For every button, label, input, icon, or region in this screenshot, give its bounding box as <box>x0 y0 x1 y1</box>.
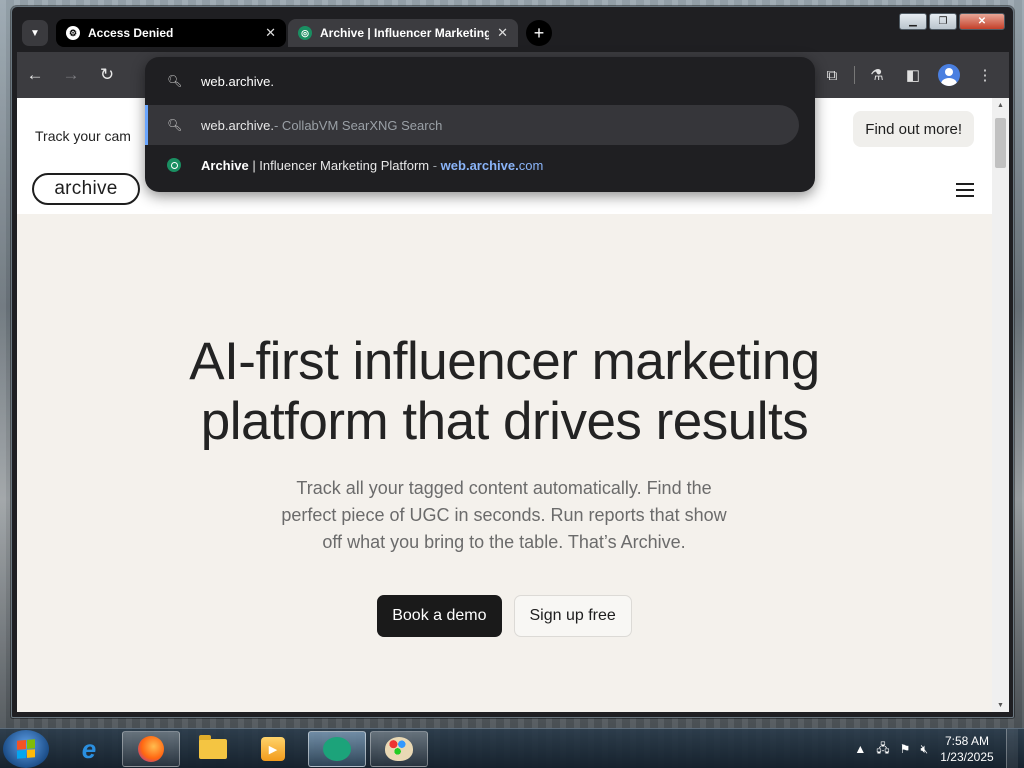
volume-muted-icon[interactable]: 🔇︎ <box>920 742 928 757</box>
action-center-flag-icon[interactable]: ⚑ <box>900 742 911 756</box>
omnibox-suggestion-search[interactable]: 🔍︎ web.archive. - CollabVM SearXNG Searc… <box>145 105 799 145</box>
address-bar-query[interactable]: web.archive. <box>201 74 274 89</box>
omnibox-dropdown: 🔍︎ web.archive. 🔍︎ web.archive. - Collab… <box>145 57 815 192</box>
tab-archive[interactable]: ◎ Archive | Influencer Marketing Platfor… <box>288 19 518 47</box>
cta-row: Book a demo Sign up free <box>17 595 992 637</box>
show-hidden-icons-icon[interactable]: ▲ <box>854 742 866 756</box>
search-icon: 🔍︎ <box>167 118 183 132</box>
hamburger-menu-icon[interactable] <box>956 183 974 197</box>
taskbar-paint[interactable] <box>370 731 428 767</box>
archive-logo[interactable]: archive <box>32 173 140 205</box>
omnibox-suggestion-site[interactable]: Archive | Influencer Marketing Platform … <box>145 145 799 185</box>
system-clock[interactable]: 7:58 AM 1/23/2025 <box>938 733 996 765</box>
folder-icon <box>199 735 227 759</box>
minimize-button[interactable]: ▁ <box>899 13 927 30</box>
close-window-button[interactable]: ✕ <box>959 13 1005 30</box>
suggestion-title: | Influencer Marketing Platform <box>248 157 430 173</box>
tab-title: Archive | Influencer Marketing Platform <box>320 26 490 40</box>
browser-app-icon <box>323 737 351 761</box>
side-panel-icon[interactable]: ◧ <box>899 61 927 89</box>
address-bar[interactable]: 🔍︎ web.archive. <box>145 57 815 105</box>
taskbar-browser[interactable] <box>308 731 366 767</box>
taskbar-internet-explorer[interactable]: e <box>60 731 118 767</box>
tab-strip: ▼ ⚙ Access Denied ✕ ◎ Archive | Influenc… <box>22 17 552 49</box>
find-out-more-button[interactable]: Find out more! <box>853 111 974 147</box>
clock-date: 1/23/2025 <box>940 750 994 764</box>
taskbar-media-player[interactable]: ▶ <box>244 731 302 767</box>
sign-up-button[interactable]: Sign up free <box>513 595 632 637</box>
chevron-down-icon: ▼ <box>30 27 40 39</box>
archive-favicon-icon <box>167 158 181 172</box>
scroll-up-icon[interactable]: ▲ <box>992 98 1009 112</box>
tab-search-button[interactable]: ▼ <box>22 20 48 46</box>
firefox-icon <box>138 736 164 762</box>
windows-logo-icon <box>17 739 35 759</box>
start-button[interactable] <box>3 730 49 768</box>
scroll-thumb[interactable] <box>995 118 1006 168</box>
clock-time: 7:58 AM <box>944 734 990 748</box>
suggestion-text: web.archive. <box>201 117 274 133</box>
labs-flask-icon[interactable]: ⚗ <box>863 61 891 89</box>
tab-close-icon[interactable]: ✕ <box>265 25 276 41</box>
suggestion-separator: - <box>429 157 441 173</box>
scroll-down-icon[interactable]: ▼ <box>992 698 1009 712</box>
network-icon[interactable]: 🖧 <box>876 739 889 760</box>
suggestion-url-rest: com <box>518 157 544 173</box>
taskbar-file-explorer[interactable] <box>184 731 242 767</box>
suggestion-url-bold: web.archive. <box>440 157 519 173</box>
show-desktop-button[interactable] <box>1006 729 1018 768</box>
toolbar-divider <box>854 66 855 84</box>
page-scrollbar[interactable]: ▲ ▼ <box>992 98 1009 712</box>
suggestion-url: web.archive.com <box>441 158 544 173</box>
window-controls: ▁ ❐ ✕ <box>899 13 1005 30</box>
banner-text: Track your cam <box>35 128 131 144</box>
media-player-icon: ▶ <box>261 737 285 761</box>
profile-button[interactable] <box>935 61 963 89</box>
extensions-icon[interactable]: ⧉ <box>818 61 846 89</box>
internet-explorer-icon: e <box>81 733 97 764</box>
hero-subtitle: Track all your tagged content automatica… <box>281 478 727 552</box>
search-icon: 🔍︎ <box>167 74 183 88</box>
tab-access-denied[interactable]: ⚙ Access Denied ✕ <box>56 19 286 47</box>
paint-palette-icon <box>385 737 413 761</box>
book-demo-button[interactable]: Book a demo <box>377 595 502 637</box>
hero-title-line-1: AI-first influencer marketing <box>189 332 820 391</box>
reload-button[interactable]: ↻ <box>89 57 125 93</box>
archive-favicon-icon: ◎ <box>298 26 312 40</box>
taskbar-firefox[interactable] <box>122 731 180 767</box>
tab-close-icon[interactable]: ✕ <box>497 25 508 41</box>
new-tab-button[interactable]: + <box>526 20 552 46</box>
hero-title: AI-first influencer marketing platform t… <box>17 332 992 452</box>
hero-title-line-2: platform that drives results <box>200 392 809 451</box>
globe-favicon-icon: ⚙ <box>66 26 80 40</box>
system-tray: ▲ 🖧 ⚑ 🔇︎ 7:58 AM 1/23/2025 <box>854 729 1024 768</box>
toolbar-actions: ⧉ ⚗ ◧ ⋮ <box>818 52 999 98</box>
suggestion-source: - CollabVM SearXNG Search <box>273 117 443 133</box>
avatar-icon <box>938 64 960 86</box>
taskbar: e ▶ ▲ 🖧 ⚑ 🔇︎ 7:58 AM 1/23/2025 <box>0 728 1024 768</box>
browser-window: ▁ ❐ ✕ ▼ ⚙ Access Denied ✕ ◎ Archive | In… <box>11 6 1014 718</box>
maximize-button[interactable]: ❐ <box>929 13 957 30</box>
back-button[interactable]: ← <box>17 57 53 93</box>
menu-kebab-icon[interactable]: ⋮ <box>971 61 999 89</box>
tab-title: Access Denied <box>88 26 174 40</box>
forward-button[interactable]: → <box>53 57 89 93</box>
suggestion-title-bold: Archive <box>201 157 249 173</box>
